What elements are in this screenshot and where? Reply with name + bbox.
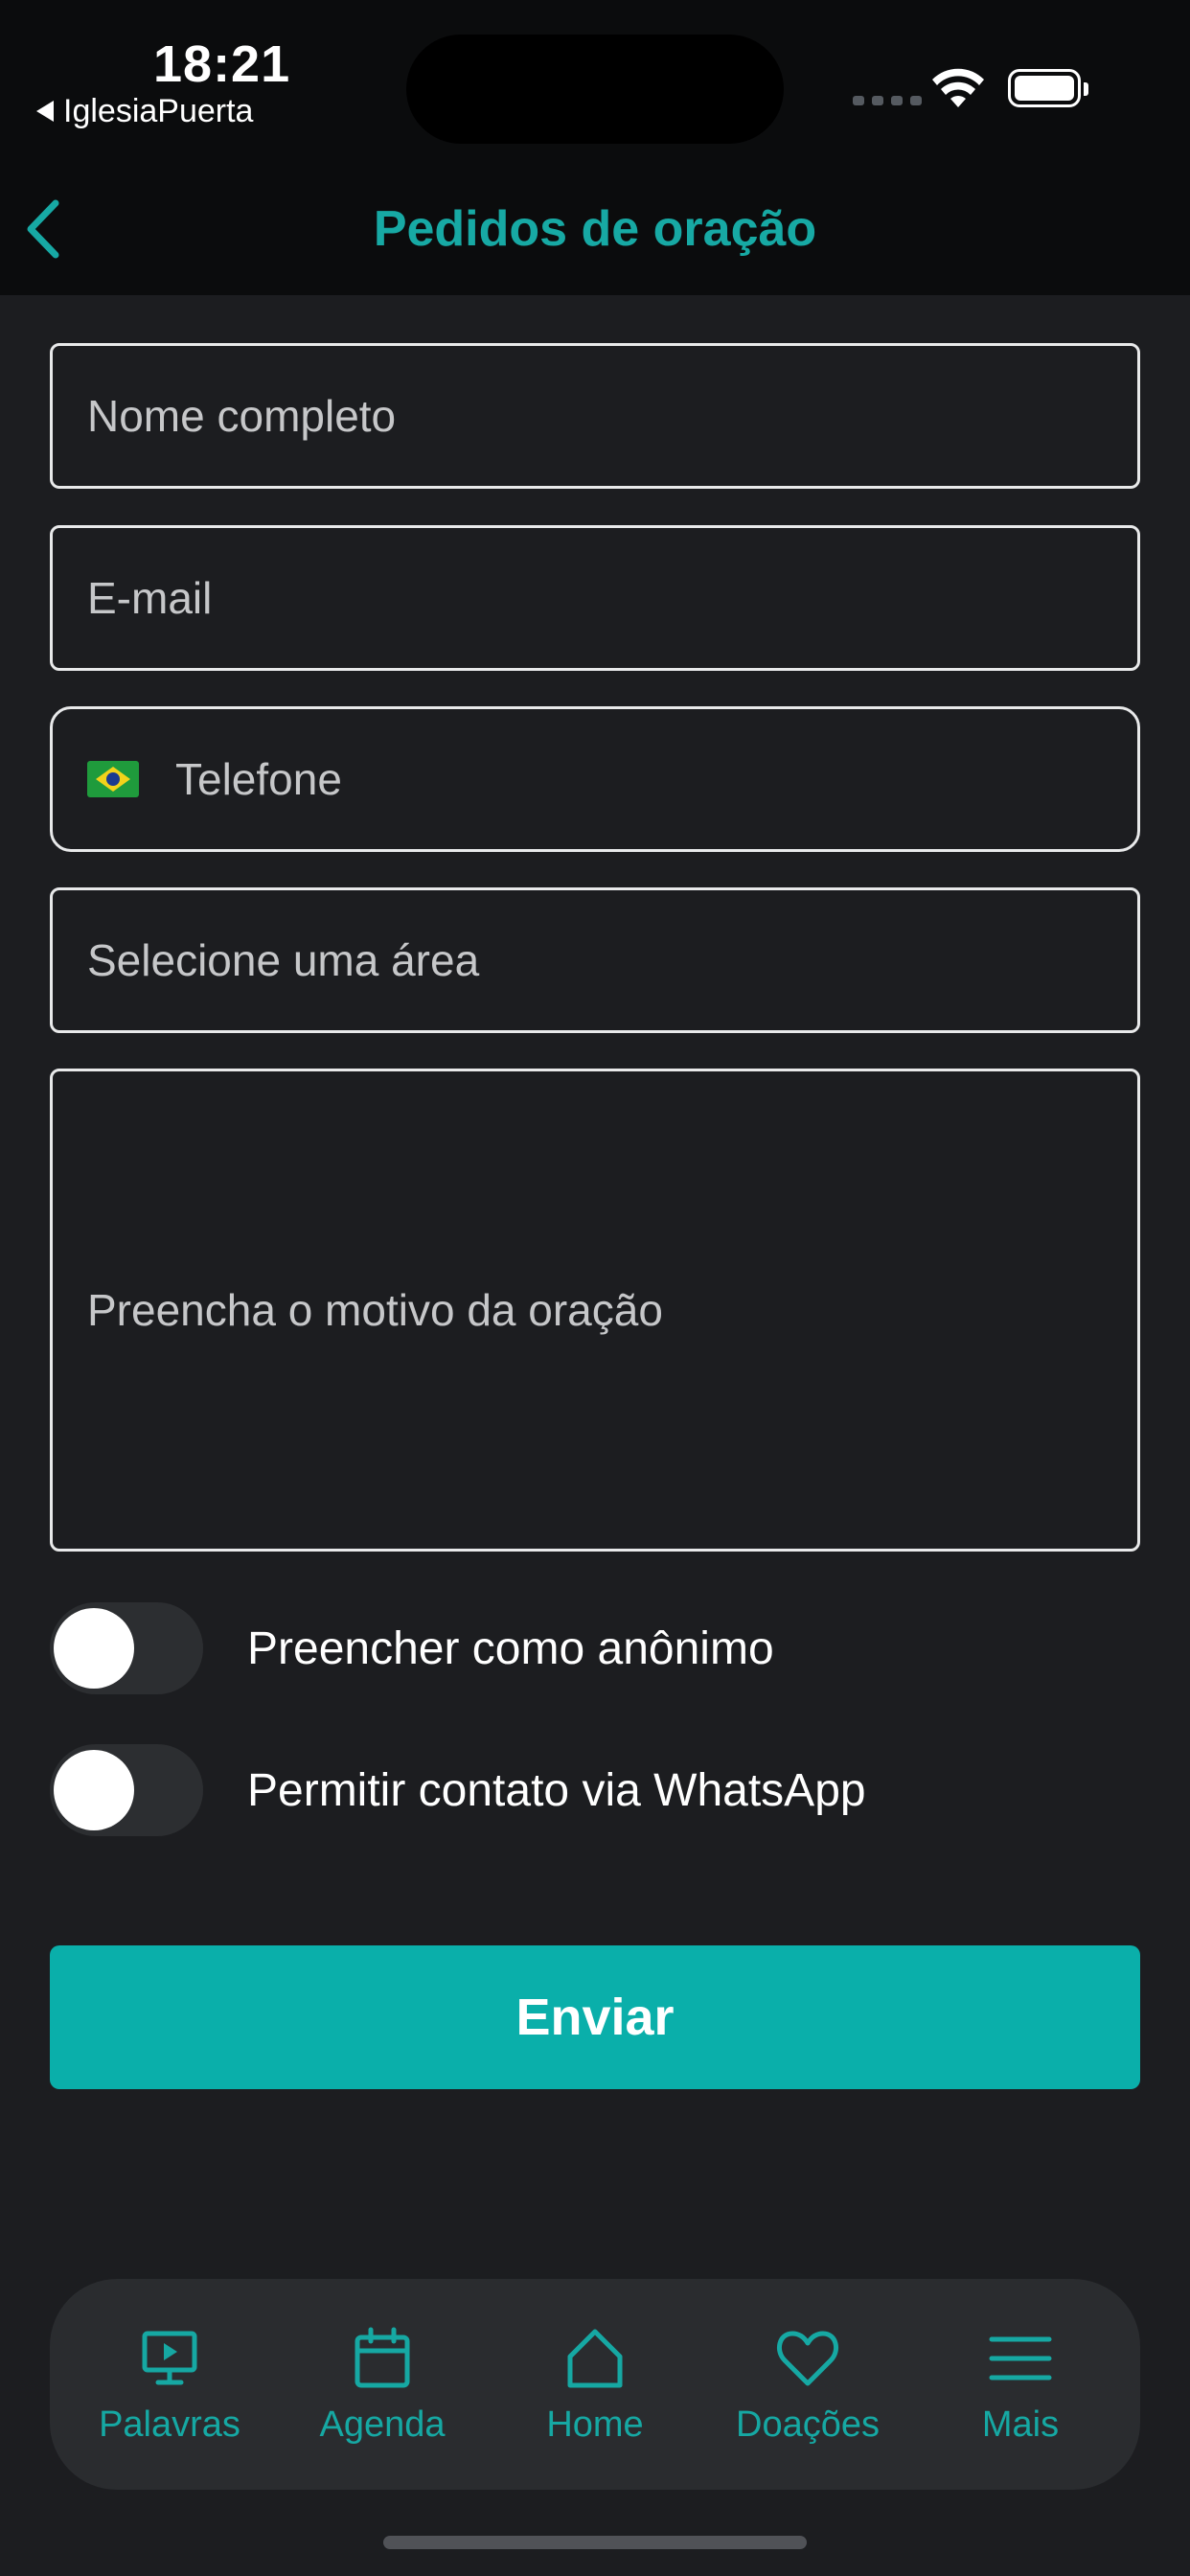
phone-placeholder: Telefone [175,754,342,804]
wifi-icon [932,68,984,107]
whatsapp-toggle-label: Permitir contato via WhatsApp [247,1764,866,1816]
email-placeholder: E-mail [87,573,213,623]
home-icon [567,2329,623,2387]
top-header: 18:21 IglesiaPuerta Pedidos de oração [0,0,1190,295]
dynamic-island [406,34,784,144]
whatsapp-toggle-row: Permitir contato via WhatsApp [50,1742,1140,1838]
full-name-placeholder: Nome completo [87,391,397,441]
calendar-icon [355,2327,410,2387]
battery-icon [1008,69,1088,107]
tab-label: Mais [981,2404,1060,2445]
email-input[interactable]: E-mail [50,525,1140,671]
back-to-app-link[interactable]: IglesiaPuerta [36,92,253,130]
tab-label: Agenda [319,2404,446,2445]
tab-palavras[interactable]: Palavras [74,2288,265,2480]
tab-label: Doações [736,2404,880,2445]
back-triangle-icon [36,101,54,122]
toggle-knob [54,1750,134,1830]
prayer-reason-textarea[interactable]: Preencha o motivo da oração [50,1069,1140,1552]
tab-bar: Palavras Agenda Home Doações Mais [50,2279,1140,2490]
tab-home[interactable]: Home [499,2288,691,2480]
page-title: Pedidos de oração [373,201,817,257]
prayer-reason-placeholder: Preencha o motivo da oração [87,1285,663,1335]
submit-button[interactable]: Enviar [50,1945,1140,2089]
cellular-signal-icon [853,96,922,105]
anonymous-toggle-row: Preencher como anônimo [50,1600,1140,1696]
tab-doacoes[interactable]: Doações [712,2288,904,2480]
tab-label: Palavras [99,2404,240,2445]
heart-icon [776,2331,839,2385]
tab-mais[interactable]: Mais [925,2288,1116,2480]
home-indicator [383,2536,807,2549]
phone-input[interactable]: Telefone [50,706,1140,852]
area-placeholder: Selecione uma área [87,935,480,985]
tab-label: Home [546,2404,644,2445]
tab-agenda[interactable]: Agenda [286,2288,478,2480]
anonymous-toggle-label: Preencher como anônimo [247,1622,774,1674]
presentation-screen-icon [142,2331,197,2384]
full-name-input[interactable]: Nome completo [50,343,1140,489]
anonymous-toggle[interactable] [50,1602,203,1694]
area-select[interactable]: Selecione uma área [50,887,1140,1033]
back-app-label: IglesiaPuerta [63,92,254,129]
whatsapp-toggle[interactable] [50,1744,203,1836]
brazil-flag-icon[interactable] [87,761,139,797]
menu-icon [989,2336,1052,2380]
toggle-knob [54,1608,134,1689]
status-time: 18:21 [153,35,291,93]
